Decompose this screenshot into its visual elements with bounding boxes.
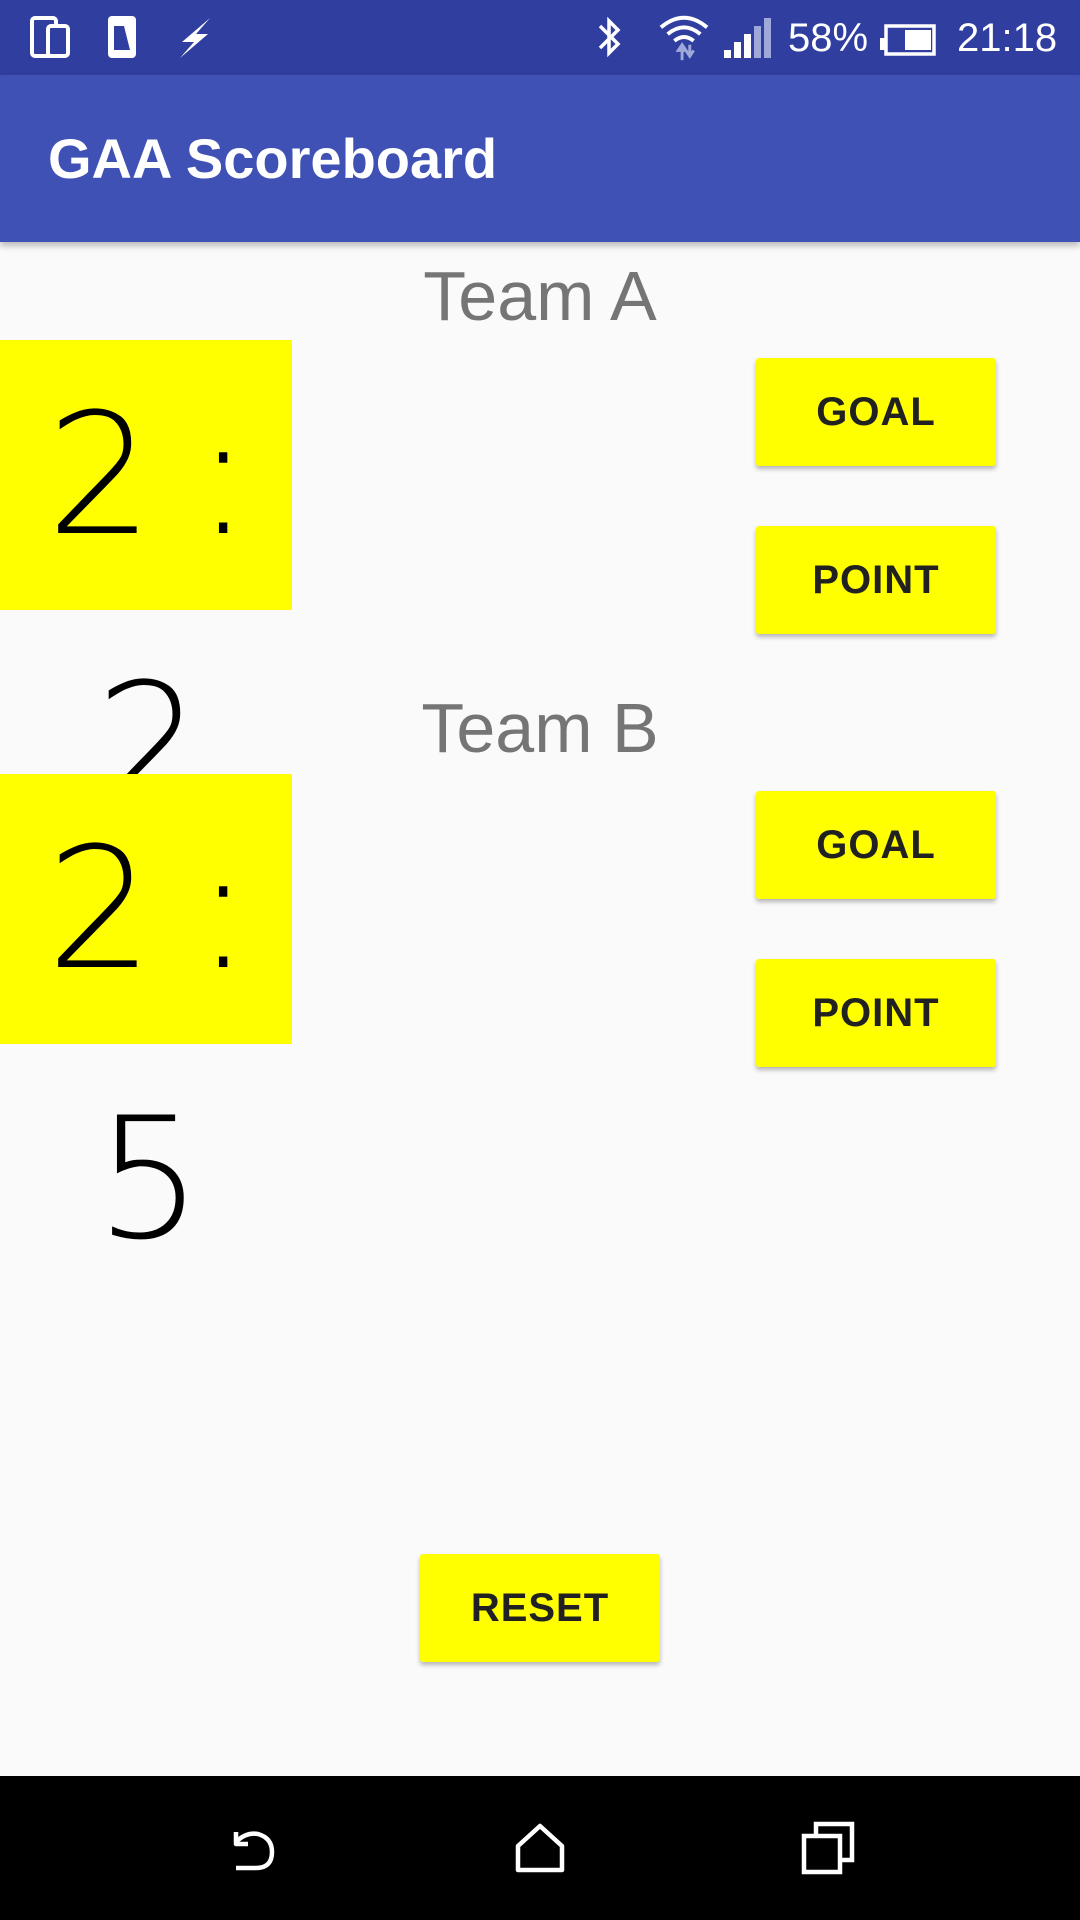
team-a-score: 2 : 2 — [0, 340, 292, 843]
team-a-point-button[interactable]: POINT — [756, 526, 996, 634]
signal-icon — [724, 18, 771, 58]
flash-icon — [180, 18, 210, 58]
recents-icon[interactable] — [798, 1818, 858, 1878]
phone-icon — [108, 16, 136, 58]
wifi-icon — [659, 15, 709, 61]
back-icon[interactable] — [222, 1818, 282, 1878]
navigation-bar — [0, 1776, 1080, 1920]
status-bar: 58% 21:18 — [0, 0, 1080, 75]
team-b-point-button[interactable]: POINT — [756, 959, 996, 1067]
app-bar: GAA Scoreboard — [0, 75, 1080, 242]
reset-button[interactable]: RESET — [420, 1554, 660, 1662]
team-b-label: Team B — [421, 689, 659, 767]
team-b-goal-button[interactable]: GOAL — [756, 791, 996, 899]
home-icon[interactable] — [510, 1818, 570, 1878]
app-title: GAA Scoreboard — [48, 127, 498, 190]
team-a-goal-button[interactable]: GOAL — [756, 358, 996, 466]
clock: 21:18 — [957, 16, 1058, 60]
device-icon — [30, 16, 70, 58]
bluetooth-icon — [598, 16, 621, 58]
battery-icon — [880, 24, 936, 56]
team-b-score: 2 : 5 — [0, 774, 292, 1277]
team-a-label: Team A — [423, 257, 657, 335]
battery-percent: 58% — [788, 16, 869, 60]
